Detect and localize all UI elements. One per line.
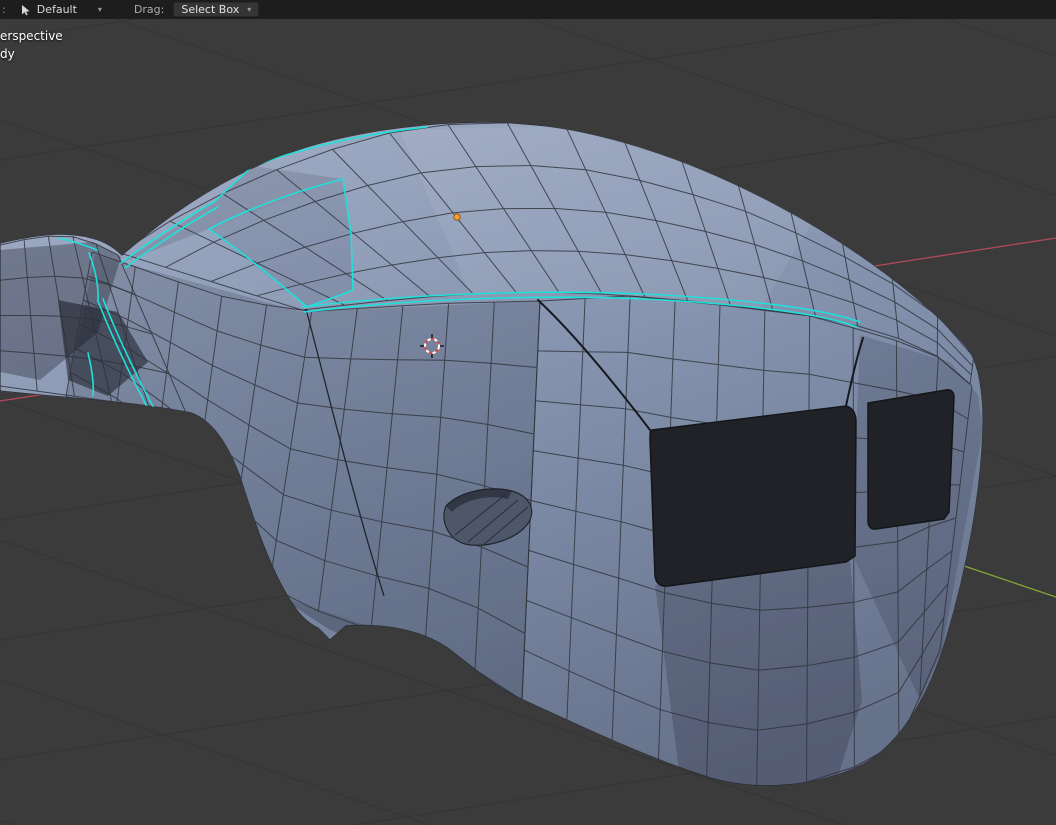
rear-opening-large xyxy=(649,405,857,587)
select-tool-dropdown[interactable]: Select Box ▾ xyxy=(173,2,260,17)
3d-viewport[interactable] xyxy=(0,0,1056,825)
object-origin-point xyxy=(453,213,461,221)
object-name-overlay: dy xyxy=(0,47,15,61)
drag-label: Drag: xyxy=(133,3,165,16)
rear-opening-small xyxy=(867,389,955,530)
chevron-down-icon: ▾ xyxy=(247,4,252,14)
tool-settings-bar: : Default ▾ Drag: Select Box ▾ xyxy=(0,0,1056,19)
tool-preset-label: Default xyxy=(36,3,77,16)
select-tool-label: Select Box xyxy=(181,3,240,16)
view-name-overlay: erspective xyxy=(0,29,63,43)
clipped-label-fragment: : xyxy=(2,3,6,16)
tool-preset-dropdown[interactable]: Default ▾ xyxy=(14,2,108,17)
chevron-down-icon: ▾ xyxy=(97,4,102,14)
blender-window: : Default ▾ Drag: Select Box ▾ erspectiv… xyxy=(0,0,1056,825)
cursor-tool-icon xyxy=(21,4,30,15)
